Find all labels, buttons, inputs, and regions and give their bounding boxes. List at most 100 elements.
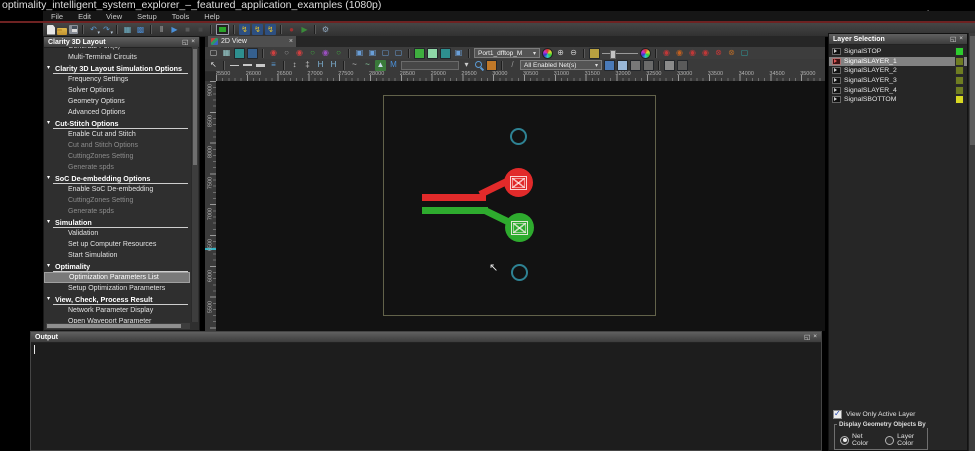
layer-lines-icon[interactable]: ≡ bbox=[268, 60, 279, 71]
ring-green-icon-1[interactable]: ○ bbox=[307, 48, 318, 59]
tree-item-optimization-parameters-list[interactable]: Optimization Parameters List bbox=[44, 272, 190, 283]
ring-red-icon-2[interactable]: ◉ bbox=[294, 48, 305, 59]
layer-visibility-icon[interactable] bbox=[832, 96, 841, 103]
stitch-icon[interactable]: ▩ bbox=[135, 24, 146, 35]
cut-zones-icon[interactable]: ▦ bbox=[122, 24, 133, 35]
red-port-pad[interactable] bbox=[504, 168, 533, 197]
linewidth-icon-2[interactable] bbox=[242, 60, 253, 71]
peaks-icon[interactable]: M bbox=[388, 60, 399, 71]
wave-icon-2[interactable]: ~ bbox=[362, 60, 373, 71]
net-circle-icon-3[interactable]: ◉ bbox=[687, 48, 698, 59]
window-vertical-scrollbar[interactable] bbox=[968, 33, 975, 451]
fill-teal-icon-2[interactable] bbox=[440, 48, 451, 59]
ring-purple-icon[interactable]: ◉ bbox=[320, 48, 331, 59]
layer-color-radio-item[interactable]: Layer Color bbox=[885, 433, 927, 447]
layer-color-chip[interactable] bbox=[955, 86, 964, 95]
view-only-active-layer-checkbox[interactable] bbox=[833, 410, 842, 419]
settings-gear-icon[interactable]: ⚙ bbox=[320, 24, 331, 35]
measure-h-icon-2[interactable]: H bbox=[328, 60, 339, 71]
tree-horizontal-scrollbar[interactable] bbox=[46, 323, 190, 329]
tree-item-simulation[interactable]: Simulation bbox=[44, 217, 190, 228]
layer-color-chip[interactable] bbox=[955, 47, 964, 56]
menu-help[interactable]: Help bbox=[202, 12, 221, 21]
fill-teal-icon[interactable] bbox=[234, 48, 245, 59]
tree-item-multi-terminal-circuits[interactable]: Multi-Terminal Circuits bbox=[44, 52, 190, 63]
net-color-chip-4[interactable] bbox=[643, 60, 654, 71]
layer-color-chip[interactable] bbox=[955, 76, 964, 85]
poly-green-icon-1[interactable] bbox=[414, 48, 425, 59]
layer-visibility-icon[interactable] bbox=[832, 77, 841, 84]
tree-item-enable-cut-and-stitch[interactable]: Enable Cut and Stitch bbox=[44, 129, 190, 140]
net-color-chip-1[interactable] bbox=[604, 60, 615, 71]
search-icon[interactable] bbox=[474, 60, 484, 70]
step-icon[interactable]: ▶ bbox=[299, 24, 310, 35]
tree-item-generate-spds[interactable]: Generate spds bbox=[44, 206, 190, 217]
net-color-chip-5[interactable] bbox=[664, 60, 675, 71]
color-wheel-icon[interactable] bbox=[542, 48, 553, 59]
frame-blue-icon-2[interactable]: ▣ bbox=[367, 48, 378, 59]
menu-tools[interactable]: Tools bbox=[170, 12, 192, 21]
teal-frame-icon[interactable]: ▢ bbox=[739, 48, 750, 59]
dropdown-caret-icon[interactable]: ▾ bbox=[461, 60, 472, 71]
menu-edit[interactable]: Edit bbox=[76, 12, 93, 21]
layer-row-signalsbottom[interactable]: SignalSBOTTOM bbox=[829, 95, 967, 105]
layer-visibility-icon[interactable] bbox=[832, 58, 841, 65]
tree-item-view-check-process-result[interactable]: View, Check, Process Result bbox=[44, 294, 190, 305]
float-panel-icon[interactable]: ◱ bbox=[182, 38, 188, 46]
redo-icon[interactable]: ↷▾ bbox=[101, 24, 112, 35]
fill-blue-icon[interactable] bbox=[247, 48, 258, 59]
layer-color-chip[interactable] bbox=[955, 57, 964, 66]
tree-item-validation[interactable]: Validation bbox=[44, 228, 190, 239]
menu-setup[interactable]: Setup bbox=[135, 12, 159, 21]
tree-item-generate-spds[interactable]: Generate spds bbox=[44, 162, 190, 173]
netlist-icon-3[interactable]: ↯ bbox=[265, 24, 276, 35]
via-ring-top[interactable] bbox=[510, 128, 527, 145]
green-port-pad[interactable] bbox=[505, 213, 534, 242]
opacity-slider[interactable] bbox=[602, 49, 638, 58]
net-color-radio[interactable] bbox=[840, 436, 849, 445]
net-circle-icon-2[interactable]: ◉ bbox=[674, 48, 685, 59]
open-result-icon[interactable] bbox=[486, 60, 497, 71]
port-select[interactable]: Port1_dfftop_M▾ bbox=[474, 48, 540, 58]
menu-file[interactable]: File bbox=[49, 12, 65, 21]
close-panel-icon[interactable]: × bbox=[959, 35, 963, 43]
undo-icon[interactable]: ↶▾ bbox=[88, 24, 99, 35]
tab-2d-view[interactable]: 2D View × bbox=[208, 36, 296, 47]
tree-item-solver-options[interactable]: Solver Options bbox=[44, 85, 190, 96]
layout-canvas[interactable]: ↖ bbox=[216, 81, 825, 331]
tree-vertical-scrollbar[interactable] bbox=[191, 47, 198, 322]
menu-view[interactable]: View bbox=[104, 12, 124, 21]
net-color-chip-3[interactable] bbox=[630, 60, 641, 71]
measure-h-icon-1[interactable]: H bbox=[315, 60, 326, 71]
tree-item-network-parameter-display[interactable]: Network Parameter Display bbox=[44, 305, 190, 316]
tree-item-enable-soc-de-embedding[interactable]: Enable SoC De-embedding bbox=[44, 184, 190, 195]
zoom-out-icon[interactable]: ⊖ bbox=[568, 48, 579, 59]
nets-select[interactable]: All Enabled Net(s)▾ bbox=[520, 60, 602, 70]
wave-icon-1[interactable]: ~ bbox=[349, 60, 360, 71]
layer-row-signalslayer_1[interactable]: SignalSLAYER_1 bbox=[829, 57, 967, 67]
layer-visibility-icon[interactable] bbox=[832, 87, 841, 94]
close-panel-icon[interactable]: × bbox=[191, 38, 195, 46]
zoom-area-icon[interactable]: ▦ bbox=[221, 48, 232, 59]
layer-row-signalslayer_2[interactable]: SignalSLAYER_2 bbox=[829, 66, 967, 76]
record-icon[interactable]: ● bbox=[286, 24, 297, 35]
net-color-chip-6[interactable] bbox=[677, 60, 688, 71]
net-color-chip-2[interactable] bbox=[617, 60, 628, 71]
measure-pin-icon[interactable]: ‡ bbox=[302, 60, 313, 71]
layer-row-signalslayer_4[interactable]: SignalSLAYER_4 bbox=[829, 85, 967, 95]
tree-item-clarity-3d-layout-simulation-options[interactable]: Clarity 3D Layout Simulation Options bbox=[44, 63, 190, 74]
frame-blue-icon-3[interactable]: ▢ bbox=[380, 48, 391, 59]
red-trace-horizontal[interactable] bbox=[422, 194, 486, 201]
linewidth-icon-1[interactable] bbox=[229, 60, 240, 71]
tree-item-cut-and-stitch-options[interactable]: Cut and Stitch Options bbox=[44, 140, 190, 151]
via-ring-bottom[interactable] bbox=[511, 264, 528, 281]
zoom-in-icon[interactable]: ⊕ bbox=[555, 48, 566, 59]
layer-visibility-icon[interactable] bbox=[832, 48, 841, 55]
new-file-icon[interactable] bbox=[47, 25, 55, 35]
tree-item-geometry-options[interactable]: Geometry Options bbox=[44, 96, 190, 107]
frame-blue-icon-4[interactable]: ▢ bbox=[393, 48, 404, 59]
tree-item-set-up-computer-resources[interactable]: Set up Computer Resources bbox=[44, 239, 190, 250]
layer-row-signalslayer_3[interactable]: SignalSLAYER_3 bbox=[829, 76, 967, 86]
tree-item-frequency-settings[interactable]: Frequency Settings bbox=[44, 74, 190, 85]
ring-green-icon-2[interactable]: ○ bbox=[333, 48, 344, 59]
